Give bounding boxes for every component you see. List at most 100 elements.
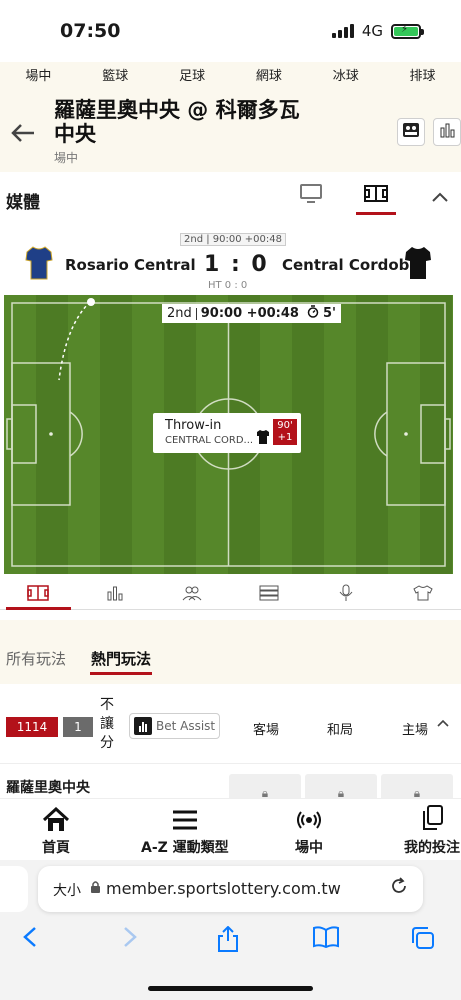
shirt-icon <box>412 585 433 601</box>
media-label: 媒體 <box>6 193 40 213</box>
col-home: 主場 <box>402 723 429 738</box>
clock-time: 90:00 +00:48 <box>200 306 299 321</box>
chevron-up-icon[interactable] <box>431 184 449 208</box>
away-jersey-icon <box>405 247 431 279</box>
away-team-name: Central Cordoba <box>282 256 420 274</box>
browser-chrome: 大小 member.sportslottery.com.tw <box>0 860 461 1000</box>
period-pill: 2nd | 90:00 +00:48 <box>180 233 286 246</box>
url-text: member.sportslottery.com.tw <box>106 879 341 898</box>
share-icon[interactable] <box>216 925 240 958</box>
event-team: CENTRAL CORD... <box>165 435 254 446</box>
nav-az-label: A-Z 運動類型 <box>141 840 229 856</box>
stat-tabs <box>0 577 461 610</box>
event-minute-extra: +1 <box>277 432 293 443</box>
lock-icon <box>90 880 101 896</box>
microphone-icon <box>339 584 353 601</box>
status-bar: 07:50 4G <box>0 0 461 62</box>
network-label: 4G <box>361 22 383 40</box>
reload-icon[interactable] <box>389 876 409 901</box>
scoreboard: 2nd | 90:00 +00:48 Rosario Central 1 : 0… <box>0 222 461 294</box>
back-arrow-icon[interactable] <box>10 118 36 151</box>
lineup-button[interactable] <box>397 118 425 146</box>
tab-lineups[interactable] <box>154 577 231 609</box>
match-clock: 2nd 90:00 +00:48 <box>162 304 304 323</box>
market-secondary-badge[interactable]: 1 <box>63 717 93 737</box>
chevron-up-icon[interactable] <box>437 715 449 731</box>
home-jersey-icon <box>25 246 53 280</box>
back-icon[interactable] <box>22 926 38 954</box>
home-icon <box>42 803 70 837</box>
tab-kits[interactable] <box>384 577 461 609</box>
sport-tab-basketball[interactable]: 籃球 <box>102 65 128 84</box>
home-indicator <box>148 986 313 991</box>
nav-live[interactable]: 場中 <box>295 803 323 857</box>
copy-icon <box>420 803 444 837</box>
match-score: 1 : 0 <box>204 252 269 277</box>
timer-value: 5' <box>323 306 337 321</box>
tab-standings[interactable] <box>230 577 307 609</box>
tab-stats[interactable] <box>77 577 154 609</box>
nav-live-label: 場中 <box>295 840 323 856</box>
event-title: Throw-in <box>165 418 222 433</box>
market-type-label: 不讓分 <box>100 697 114 751</box>
status-indicators: 4G <box>331 22 424 40</box>
bet-assist-icon <box>134 717 152 735</box>
market-tab-indicator <box>90 672 152 675</box>
page-title: 羅薩里奧中央 @ 科爾多瓦中央 <box>54 98 300 146</box>
battery-icon <box>391 23 424 39</box>
sport-tab-volleyball[interactable]: 排球 <box>410 65 436 84</box>
bar-chart-icon <box>107 586 123 601</box>
status-time: 07:50 <box>60 20 121 42</box>
sport-tabs: 場中 籃球 足球 網球 冰球 排球 <box>0 62 461 86</box>
event-minute: 90' +1 <box>273 419 297 445</box>
tab-all-markets[interactable]: 所有玩法 <box>6 648 66 669</box>
nav-az[interactable]: A-Z 運動類型 <box>141 803 229 857</box>
monitor-icon[interactable] <box>300 184 322 209</box>
pitch-icon <box>27 585 50 601</box>
sport-tab-tennis[interactable]: 網球 <box>256 65 282 84</box>
live-broadcast-icon <box>297 803 321 837</box>
pitch-tracker: 2nd 90:00 +00:48 5' Throw-in CENTRAL COR… <box>4 295 453 574</box>
halftime-score: HT 0 : 0 <box>208 280 248 291</box>
stats-button[interactable] <box>433 118 461 146</box>
menu-icon <box>172 803 198 837</box>
col-away: 客場 <box>253 723 280 738</box>
previous-tab-stub[interactable] <box>0 866 28 912</box>
market-count-badge[interactable]: 1114 <box>6 717 58 737</box>
tab-pitch[interactable] <box>0 577 77 610</box>
event-shirt-icon <box>257 430 269 444</box>
ball-marker <box>87 298 95 306</box>
pitch-tracker-icon[interactable] <box>364 184 388 209</box>
timer: 5' <box>302 304 342 323</box>
address-bar[interactable]: 大小 member.sportslottery.com.tw <box>38 866 423 912</box>
stopwatch-icon <box>307 305 319 322</box>
tab-commentary[interactable] <box>307 577 384 609</box>
bet-assist-button[interactable]: Bet Assist <box>129 713 220 739</box>
page-subtitle: 場中 <box>54 151 79 165</box>
clock-period: 2nd <box>167 306 192 321</box>
people-icon <box>182 586 202 601</box>
bar-chart-icon <box>439 122 455 142</box>
sport-tab-icehockey[interactable]: 冰球 <box>333 65 359 84</box>
forward-icon[interactable] <box>122 926 138 954</box>
nav-my-bets[interactable]: 我的投注 <box>404 803 460 857</box>
nav-home[interactable]: 首頁 <box>42 803 70 857</box>
reader-size-button[interactable]: 大小 <box>53 880 81 900</box>
nav-home-label: 首頁 <box>42 840 70 856</box>
sport-tab-live[interactable]: 場中 <box>25 65 51 84</box>
sport-tab-football[interactable]: 足球 <box>179 65 205 84</box>
tabs-icon[interactable] <box>410 926 436 956</box>
market-tabs: 所有玩法 熱門玩法 <box>0 620 461 684</box>
list-icon <box>259 585 279 601</box>
lineup-icon <box>402 122 420 142</box>
market-header: 1114 1 不讓分 Bet Assist 客場 和局 主場 <box>0 688 461 764</box>
col-draw: 和局 <box>327 723 354 738</box>
event-minute-value: 90' <box>277 420 293 431</box>
tab-hot-markets[interactable]: 熱門玩法 <box>91 648 151 669</box>
signal-icon <box>331 24 354 38</box>
bet-assist-label: Bet Assist <box>156 719 216 733</box>
bookmarks-icon[interactable] <box>312 926 340 954</box>
media-row: 媒體 <box>0 172 461 222</box>
match-header: 羅薩里奧中央 @ 科爾多瓦中央 場中 <box>0 86 461 172</box>
market-team-name: 羅薩里奧中央 <box>6 780 90 796</box>
